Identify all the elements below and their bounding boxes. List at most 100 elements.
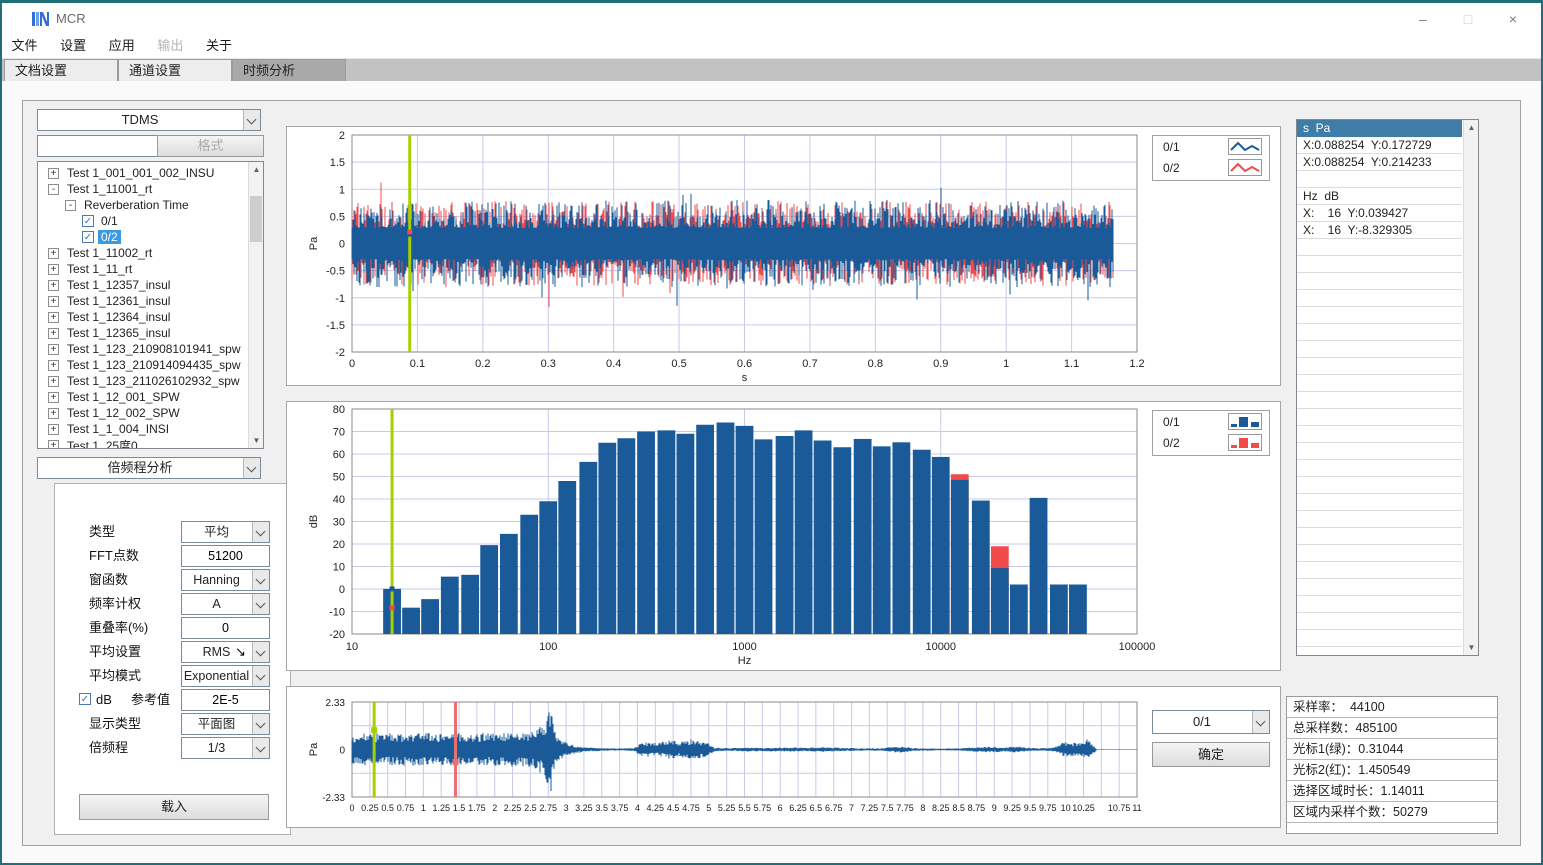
expand-plus-icon[interactable]: + <box>48 312 59 323</box>
readout-row[interactable] <box>1297 239 1462 256</box>
tab-document-settings[interactable]: 文档设置 <box>4 59 118 81</box>
collapse-minus-icon[interactable]: - <box>48 184 59 195</box>
minimize-button[interactable]: – <box>1403 7 1443 31</box>
load-button[interactable]: 载入 <box>79 794 269 820</box>
readout-row[interactable] <box>1297 579 1462 596</box>
tree-item[interactable]: +Test 1_11002_rt <box>38 245 247 261</box>
scrollbar-thumb[interactable] <box>250 196 262 242</box>
readout-row[interactable] <box>1297 511 1462 528</box>
readout-row[interactable] <box>1297 562 1462 579</box>
expand-plus-icon[interactable]: + <box>48 168 59 179</box>
readout-row[interactable] <box>1297 171 1462 188</box>
file-format-select[interactable]: TDMS <box>37 109 261 131</box>
readout-row[interactable] <box>1297 443 1462 460</box>
readout-row[interactable] <box>1297 392 1462 409</box>
重叠率(%)-input[interactable] <box>181 617 270 639</box>
expand-plus-icon[interactable]: + <box>48 360 59 371</box>
tree-item[interactable]: +Test 1_123_210908101941_spw <box>38 341 247 357</box>
参考值-input[interactable] <box>181 689 270 711</box>
tree-item[interactable]: +Test 1_123_210914094435_spw <box>38 357 247 373</box>
confirm-button[interactable]: 确定 <box>1152 742 1270 767</box>
tree-item[interactable]: +Test 1_12357_insul <box>38 277 247 293</box>
spectrum-legend[interactable]: 0/10/2 <box>1152 410 1270 456</box>
tree-item[interactable]: +Test 1_12_001_SPW <box>38 389 247 405</box>
tree-item[interactable]: -Reverberation Time <box>38 197 247 213</box>
readout-row[interactable] <box>1297 375 1462 392</box>
readout-row[interactable] <box>1297 273 1462 290</box>
readout-row[interactable] <box>1297 409 1462 426</box>
tree-item[interactable]: +Test 1_12364_insul <box>38 309 247 325</box>
显示类型-select[interactable]: 平面图 <box>181 713 270 735</box>
tree-item[interactable]: +Test 1_12_002_SPW <box>38 405 247 421</box>
FFT点数-input[interactable] <box>181 545 270 567</box>
checkbox[interactable]: ✓ <box>82 215 94 227</box>
scroll-down-icon[interactable]: ▼ <box>1464 640 1479 655</box>
readout-row[interactable] <box>1297 307 1462 324</box>
scroll-down-icon[interactable]: ▼ <box>249 433 264 448</box>
legend-entry-0-1[interactable]: 0/1 <box>1153 136 1269 157</box>
collapse-minus-icon[interactable]: - <box>65 200 76 211</box>
menu-settings[interactable]: 设置 <box>51 34 96 58</box>
menu-file[interactable]: 文件 <box>2 34 47 58</box>
spectrum-chart[interactable]: 80706050403020100-10-2010100100010000100… <box>287 402 1282 672</box>
tree-item[interactable]: +Test 1_11_rt <box>38 261 247 277</box>
scroll-up-icon[interactable]: ▲ <box>1464 120 1479 135</box>
平均设置-select[interactable]: RMS <box>181 641 270 663</box>
expand-plus-icon[interactable]: + <box>48 424 59 435</box>
tab-time-frequency-analysis[interactable]: 时频分析 <box>232 59 346 81</box>
tree-item[interactable]: +Test 1_123_211026102932_spw <box>38 373 247 389</box>
readout-row[interactable] <box>1297 613 1462 630</box>
tree-item[interactable]: ✓0/2 <box>38 229 247 245</box>
readout-row[interactable] <box>1297 528 1462 545</box>
legend-entry-0-2[interactable]: 0/2 <box>1153 432 1269 453</box>
tree-item[interactable]: +Test 1_12365_insul <box>38 325 247 341</box>
cursor-readout-list[interactable]: s PaX:0.088254 Y:0.172729X:0.088254 Y:0.… <box>1296 119 1479 656</box>
expand-plus-icon[interactable]: + <box>48 392 59 403</box>
maximize-button[interactable]: □ <box>1448 7 1488 31</box>
readout-row[interactable] <box>1297 630 1462 647</box>
readout-scrollbar[interactable]: ▲ ▼ <box>1463 120 1478 655</box>
tree-scrollbar[interactable]: ▲ ▼ <box>248 162 263 448</box>
倍频程-select[interactable]: 1/3 <box>181 737 270 759</box>
readout-row[interactable]: X:0.088254 Y:0.172729 <box>1297 137 1462 154</box>
readout-row[interactable] <box>1297 324 1462 341</box>
readout-row[interactable]: X: 16 Y:-8.329305 <box>1297 222 1462 239</box>
close-button[interactable]: × <box>1493 7 1533 31</box>
类型-select[interactable]: 平均 <box>181 521 270 543</box>
readout-row[interactable] <box>1297 341 1462 358</box>
readout-row[interactable]: X: 16 Y:0.039427 <box>1297 205 1462 222</box>
readout-row[interactable]: X:0.088254 Y:0.214233 <box>1297 154 1462 171</box>
expand-plus-icon[interactable]: + <box>48 440 59 450</box>
tree-item[interactable]: -Test 1_11001_rt <box>38 181 247 197</box>
expand-plus-icon[interactable]: + <box>48 408 59 419</box>
readout-row[interactable] <box>1297 460 1462 477</box>
menu-apply[interactable]: 应用 <box>99 34 144 58</box>
tree-item[interactable]: +Test 1_25度0 <box>38 437 247 449</box>
频率计权-select[interactable]: A <box>181 593 270 615</box>
readout-row[interactable] <box>1297 256 1462 273</box>
file-tree[interactable]: +Test 1_001_001_002_INSU-Test 1_11001_rt… <box>37 161 264 449</box>
tree-item[interactable]: +Test 1_1_004_INSI <box>38 421 247 437</box>
readout-row[interactable]: Hz dB <box>1297 188 1462 205</box>
expand-plus-icon[interactable]: + <box>48 264 59 275</box>
analysis-type-select[interactable]: 倍频程分析 <box>37 457 261 479</box>
filter-input[interactable] <box>37 135 158 157</box>
readout-row[interactable] <box>1297 494 1462 511</box>
expand-plus-icon[interactable]: + <box>48 376 59 387</box>
expand-plus-icon[interactable]: + <box>48 328 59 339</box>
legend-entry-0-1[interactable]: 0/1 <box>1153 411 1269 432</box>
readout-header[interactable]: s Pa <box>1297 120 1462 137</box>
readout-row[interactable] <box>1297 358 1462 375</box>
expand-plus-icon[interactable]: + <box>48 280 59 291</box>
readout-row[interactable] <box>1297 545 1462 562</box>
tab-channel-settings[interactable]: 通道设置 <box>118 59 232 81</box>
channel-select[interactable]: 0/1 <box>1152 710 1270 734</box>
time-waveform-chart[interactable]: 21.510.50-0.5-1-1.5-200.10.20.30.40.50.6… <box>287 127 1282 387</box>
scroll-up-icon[interactable]: ▲ <box>249 162 264 177</box>
窗函数-select[interactable]: Hanning <box>181 569 270 591</box>
平均模式-select[interactable]: Exponential <box>181 665 270 687</box>
readout-row[interactable] <box>1297 426 1462 443</box>
menu-about[interactable]: 关于 <box>197 34 242 58</box>
readout-row[interactable] <box>1297 596 1462 613</box>
tree-item[interactable]: +Test 1_001_001_002_INSU <box>38 165 247 181</box>
